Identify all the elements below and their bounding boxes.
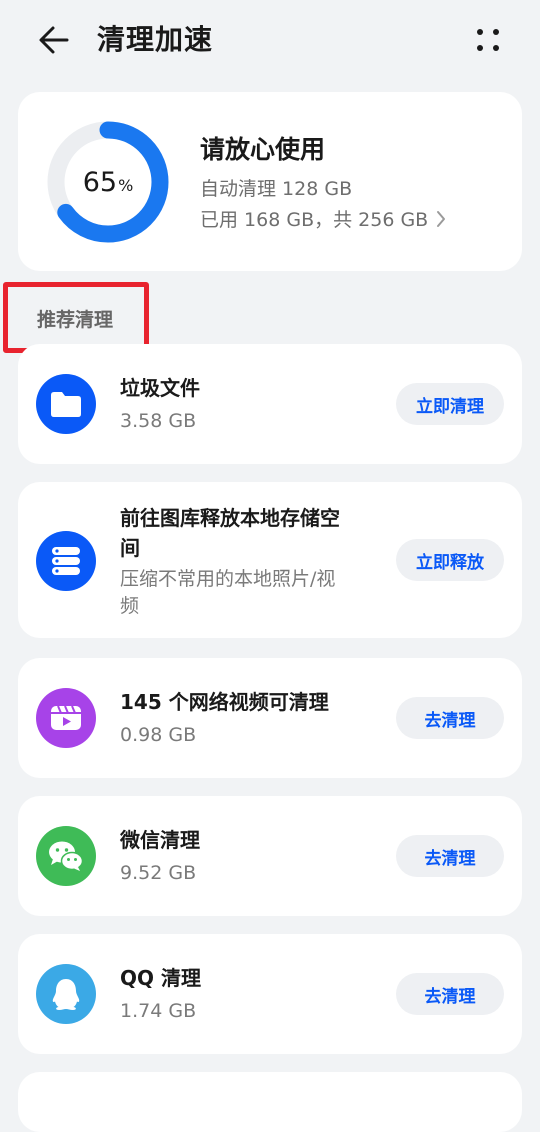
network-video-card[interactable]: 145 个网络视频可清理 0.98 GB 去清理 [18,658,522,778]
junk-files-card[interactable]: 垃圾文件 3.58 GB 立即清理 [18,344,522,464]
release-now-button[interactable]: 立即释放 [396,539,504,581]
app-header: 清理加速 [0,0,540,80]
item-title: 垃圾文件 [120,376,200,400]
item-icon-bg [36,826,96,886]
gallery-release-card[interactable]: 前往图库释放本地存储空 间 压缩不常用的本地照片/视 频 立即释放 [18,482,522,638]
more-options-button[interactable] [470,22,506,58]
video-icon [51,705,81,730]
item-size: 9.52 GB [120,862,197,884]
go-clean-button[interactable]: 去清理 [396,835,504,877]
chevron-right-icon [437,210,446,227]
wechat-clean-card[interactable]: 微信清理 9.52 GB 去清理 [18,796,522,916]
storage-usage-link[interactable]: 已用 168 GB，共 256 GB [200,205,446,232]
wechat-icon [49,841,84,871]
page-title: 清理加速 [97,23,214,56]
item-desc-line1: 压缩不常用的本地照片/视 [120,568,336,590]
item-title: QQ 清理 [120,966,201,990]
item-size: 0.98 GB [120,724,197,746]
storage-percent-unit: % [118,175,134,195]
item-size: 1.74 GB [120,1000,197,1022]
next-item-card[interactable] [18,1072,522,1132]
item-icon-bg [36,964,96,1024]
item-title: 微信清理 [120,828,200,852]
item-icon-bg [36,374,96,434]
storage-percent-value: 65 [82,166,118,198]
storage-summary-card[interactable]: 65% 请放心使用 自动清理 128 GB 已用 168 GB，共 256 GB [18,92,522,271]
item-title: 145 个网络视频可清理 [120,690,329,714]
item-desc-line2: 频 [120,595,140,617]
qq-icon [52,979,80,1010]
item-icon-bg [36,688,96,748]
storage-headline: 请放心使用 [200,135,326,164]
go-clean-button[interactable]: 去清理 [396,697,504,739]
go-clean-button[interactable]: 去清理 [396,973,504,1015]
back-button[interactable] [36,22,72,58]
highlight-box [3,282,149,353]
storage-usage-text: 已用 168 GB，共 256 GB [200,209,429,231]
item-title-line2: 间 [120,536,140,560]
item-size: 3.58 GB [120,410,197,432]
item-title-line1: 前往图库释放本地存储空 [120,506,340,530]
qq-clean-card[interactable]: QQ 清理 1.74 GB 去清理 [18,934,522,1054]
storage-stack-icon [52,547,80,575]
auto-clean-text: 自动清理 128 GB [200,178,353,200]
folder-icon [51,392,81,417]
clean-now-button[interactable]: 立即清理 [396,383,504,425]
storage-percent: 65% [45,119,171,245]
item-icon-bg [36,531,96,591]
more-vertical-icon [477,29,499,51]
arrow-left-icon [39,26,69,54]
